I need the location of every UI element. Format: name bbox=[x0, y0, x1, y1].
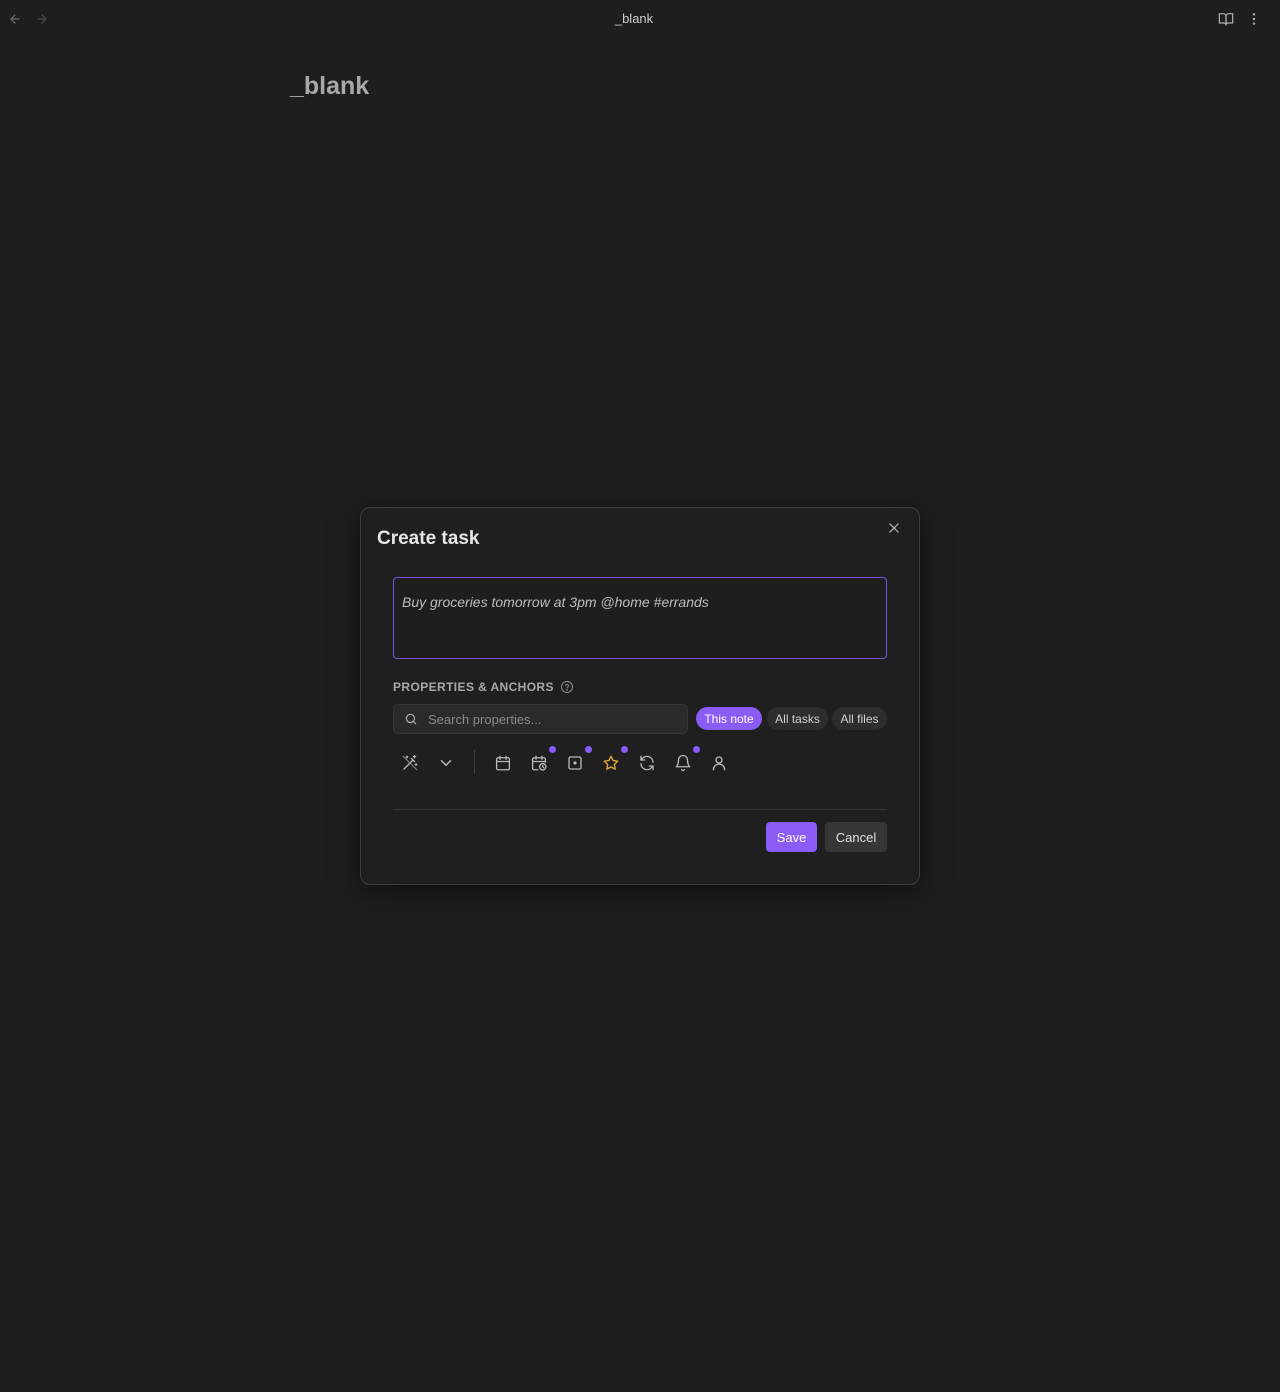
calendar-icon bbox=[495, 755, 511, 771]
properties-section-label: PROPERTIES & ANCHORS bbox=[393, 680, 574, 694]
due-date-button[interactable] bbox=[491, 751, 515, 775]
recurrence-button[interactable] bbox=[635, 751, 659, 775]
search-input[interactable] bbox=[428, 711, 668, 727]
more-options-button[interactable] bbox=[1244, 9, 1264, 29]
section-label-text: PROPERTIES & ANCHORS bbox=[393, 680, 554, 694]
save-button[interactable]: Save bbox=[766, 822, 817, 852]
assignee-button[interactable] bbox=[707, 751, 731, 775]
create-task-modal: Create task Buy groceries tomorrow at 3p… bbox=[360, 507, 920, 885]
square-dot-icon bbox=[568, 756, 582, 770]
close-button[interactable] bbox=[885, 519, 903, 537]
more-vertical-icon bbox=[1252, 13, 1256, 25]
active-indicator-dot bbox=[549, 746, 556, 753]
help-icon[interactable] bbox=[560, 680, 574, 694]
cancel-button[interactable]: Cancel bbox=[825, 822, 887, 852]
priority-button[interactable] bbox=[599, 746, 628, 775]
tab-title: _blank bbox=[614, 11, 654, 26]
magic-wand-button[interactable] bbox=[398, 751, 422, 775]
active-indicator-dot bbox=[585, 746, 592, 753]
status-button[interactable] bbox=[563, 746, 592, 775]
scope-this-note[interactable]: This note bbox=[696, 707, 762, 730]
close-icon bbox=[889, 523, 899, 533]
search-icon bbox=[404, 712, 418, 726]
reading-view-button[interactable] bbox=[1216, 9, 1236, 29]
modal-title: Create task bbox=[377, 528, 480, 549]
task-input[interactable]: Buy groceries tomorrow at 3pm @home #err… bbox=[393, 577, 887, 659]
refresh-icon bbox=[640, 755, 654, 771]
note-title[interactable]: _blank bbox=[290, 72, 369, 101]
scope-all-tasks[interactable]: All tasks bbox=[767, 707, 828, 730]
scheduled-date-button[interactable] bbox=[527, 746, 556, 775]
active-indicator-dot bbox=[621, 746, 628, 753]
reminder-button[interactable] bbox=[671, 746, 700, 775]
user-icon bbox=[712, 756, 726, 771]
scope-all-files[interactable]: All files bbox=[832, 707, 887, 730]
property-search bbox=[393, 704, 688, 734]
star-icon bbox=[603, 755, 619, 770]
book-open-icon bbox=[1218, 13, 1234, 26]
expand-toggle[interactable] bbox=[434, 751, 458, 775]
calendar-clock-icon bbox=[531, 755, 547, 771]
toolbar-separator bbox=[474, 750, 475, 774]
title-bar: _blank bbox=[0, 0, 1280, 38]
magic-wand-icon bbox=[402, 754, 418, 771]
footer-divider bbox=[393, 809, 887, 810]
chevron-down-icon bbox=[440, 760, 452, 766]
active-indicator-dot bbox=[693, 746, 700, 753]
bell-icon bbox=[675, 754, 691, 772]
